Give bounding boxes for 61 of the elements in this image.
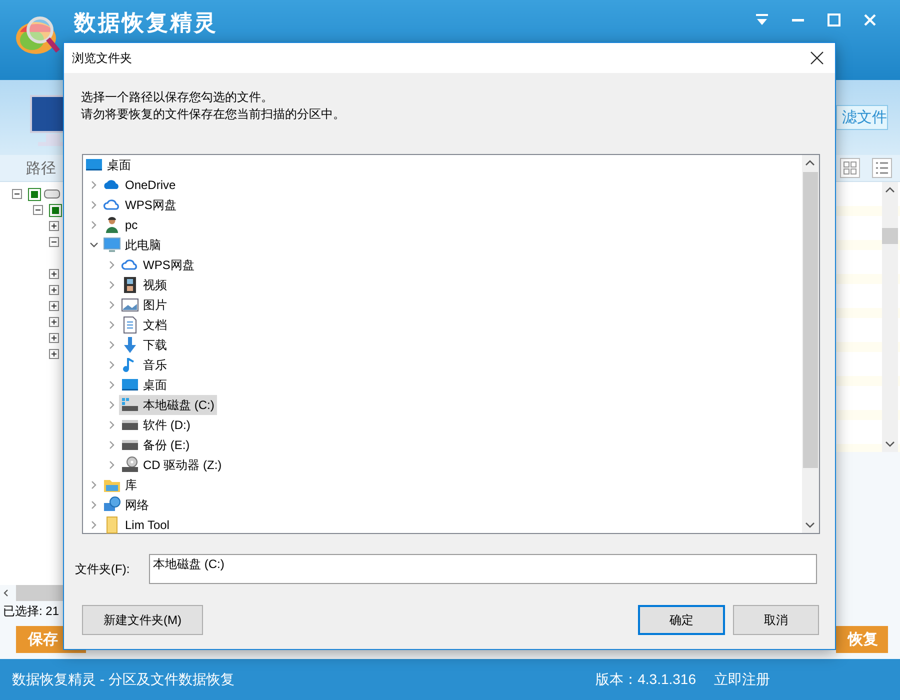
tree-item[interactable]: 桌面 <box>119 375 170 395</box>
tree-item[interactable]: WPS网盘 <box>101 195 180 215</box>
tree-item[interactable]: 此电脑 <box>101 235 164 255</box>
tree-item[interactable]: 备份 (E:) <box>119 435 193 455</box>
tree-item[interactable]: 库 <box>101 475 140 495</box>
tree-item[interactable]: 视频 <box>119 275 170 295</box>
tree-item[interactable]: 图片 <box>119 295 170 315</box>
network-icon <box>103 496 121 514</box>
tree-item[interactable]: 网络 <box>101 495 152 515</box>
expand-icon[interactable] <box>49 333 59 343</box>
folder-input[interactable]: 本地磁盘 (C:) <box>149 554 817 584</box>
cancel-button[interactable]: 取消 <box>733 605 819 635</box>
expand-icon[interactable] <box>49 285 59 295</box>
cd-drive-icon <box>121 456 139 474</box>
scrollbar-thumb[interactable] <box>882 228 898 244</box>
expand-icon[interactable] <box>49 269 59 279</box>
column-header: 路径 <box>26 158 56 178</box>
instruction-text: 选择一个路径以保存您勾选的文件。 <box>81 89 274 106</box>
tree-item[interactable]: WPS网盘 <box>119 255 198 275</box>
grid-view-icon[interactable] <box>840 158 860 178</box>
tree-item[interactable]: pc <box>101 215 141 235</box>
document-icon <box>121 316 139 334</box>
expand-icon[interactable] <box>49 317 59 327</box>
drive-icon <box>44 189 60 199</box>
folder-label: 文件夹(F): <box>75 560 131 578</box>
pictures-icon <box>121 296 139 314</box>
checkbox[interactable] <box>49 204 62 216</box>
collapse-icon[interactable] <box>49 237 59 247</box>
tree-item[interactable]: OneDrive <box>101 175 179 195</box>
app-title: 数据恢复精灵 <box>74 10 218 36</box>
close-icon[interactable] <box>810 51 824 65</box>
expand-icon[interactable] <box>49 221 59 231</box>
collapse-icon[interactable] <box>12 189 22 199</box>
ok-button[interactable]: 确定 <box>638 605 725 635</box>
scrollbar-thumb[interactable] <box>803 172 818 468</box>
tree-item[interactable]: 软件 (D:) <box>119 415 194 435</box>
status-text: 数据恢复精灵 - 分区及文件数据恢复 <box>12 670 234 688</box>
instruction-text: 请勿将要恢复的文件保存在您当前扫描的分区中。 <box>81 106 346 123</box>
video-icon <box>121 276 139 294</box>
user-icon <box>103 216 121 234</box>
tree-item[interactable]: 下载 <box>119 335 170 355</box>
tree-item[interactable]: CD 驱动器 (Z:) <box>119 455 225 475</box>
maximize-icon[interactable] <box>826 12 842 28</box>
version-label: 版本：4.3.1.316 <box>596 670 696 688</box>
selection-count: 已选择: 21 <box>3 602 60 620</box>
expand-icon[interactable] <box>49 301 59 311</box>
register-link[interactable]: 立即注册 <box>714 670 770 688</box>
new-folder-button[interactable]: 新建文件夹(M) <box>82 605 203 635</box>
computer-icon <box>103 236 121 254</box>
system-drive-icon <box>121 396 139 414</box>
tree-item[interactable]: 文档 <box>119 315 170 335</box>
tree-item[interactable]: 本地磁盘 (C:) <box>119 395 218 415</box>
dialog-title: 浏览文件夹 <box>72 50 132 66</box>
list-view-icon[interactable] <box>872 158 892 178</box>
download-icon <box>121 336 139 354</box>
tree-item[interactable]: 桌面 <box>83 155 134 175</box>
checkbox[interactable] <box>28 188 41 200</box>
collapse-icon[interactable] <box>33 205 43 215</box>
tree-item[interactable]: Lim Tool <box>101 515 172 535</box>
expand-icon[interactable] <box>49 349 59 359</box>
tree-item[interactable]: 音乐 <box>119 355 170 375</box>
